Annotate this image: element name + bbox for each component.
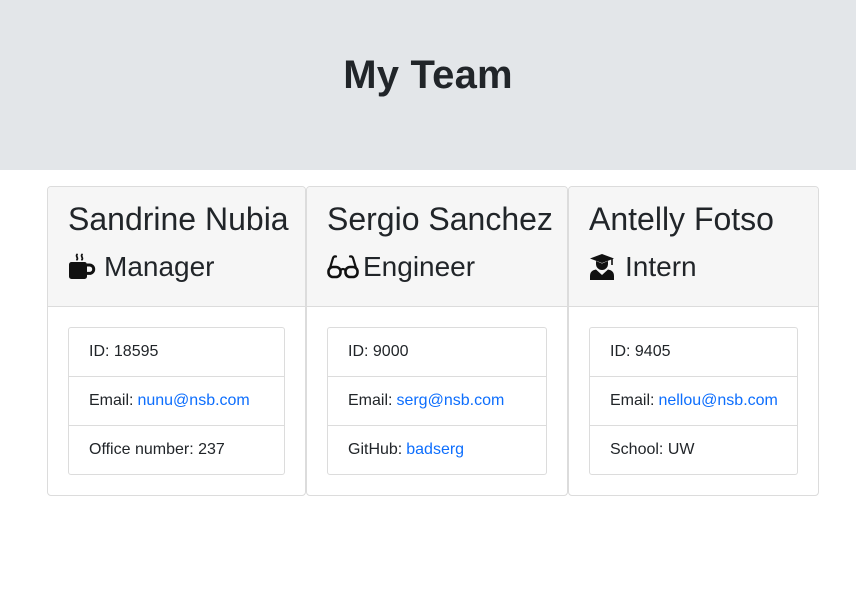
role-label: Intern (625, 251, 697, 282)
office-number-item: Office number: 237 (69, 426, 284, 474)
email-item: Email: serg@nsb.com (328, 377, 546, 426)
id-text: ID: 18595 (89, 343, 159, 360)
id-item: ID: 18595 (69, 328, 284, 377)
glasses-icon (327, 253, 359, 281)
email-item: Email: nellou@nsb.com (590, 377, 797, 426)
employee-role: Engineer (327, 249, 475, 285)
office-number-text: Office number: 237 (89, 441, 225, 458)
id-item: ID: 9405 (590, 328, 797, 377)
details-list: ID: 9405 Email: nellou@nsb.com School: U… (589, 327, 798, 475)
role-label: Manager (104, 251, 215, 282)
employee-card-intern: Antelly Fotso Intern ID: 9405 Email: nel… (568, 186, 819, 496)
email-link[interactable]: serg@nsb.com (396, 392, 504, 410)
github-item: GitHub: badserg (328, 426, 546, 474)
school-item: School: UW (590, 426, 797, 474)
details-list: ID: 9000 Email: serg@nsb.com GitHub: bad… (327, 327, 547, 475)
id-text: ID: 9405 (610, 343, 671, 360)
role-label: Engineer (363, 251, 476, 282)
id-text: ID: 9000 (348, 343, 409, 360)
card-header: Antelly Fotso Intern (569, 187, 818, 307)
email-link[interactable]: nunu@nsb.com (137, 392, 249, 410)
card-header: Sandrine Nubia Manager (48, 187, 305, 307)
email-link[interactable]: nellou@nsb.com (658, 392, 777, 410)
employee-card-engineer: Sergio Sanchez Engineer ID: 9000 Email: … (306, 186, 568, 496)
email-item: Email: nunu@nsb.com (69, 377, 284, 426)
mug-icon (68, 253, 96, 281)
github-label: GitHub: (348, 441, 403, 458)
employee-name: Antelly Fotso (589, 201, 774, 237)
email-label: Email: (89, 392, 134, 409)
graduate-icon (589, 253, 617, 281)
email-label: Email: (348, 392, 393, 409)
employee-name: Sandrine Nubia (68, 201, 289, 237)
page-header: My Team (0, 0, 856, 170)
school-text: School: UW (610, 441, 695, 458)
email-label: Email: (610, 392, 655, 409)
github-link[interactable]: badserg (406, 441, 464, 459)
employee-card-manager: Sandrine Nubia Manager ID: 18595 Email: … (47, 186, 306, 496)
details-list: ID: 18595 Email: nunu@nsb.com Office num… (68, 327, 285, 475)
card-header: Sergio Sanchez Engineer (307, 187, 567, 307)
employee-role: Manager (68, 249, 215, 285)
page-title: My Team (343, 52, 513, 97)
employee-name: Sergio Sanchez (327, 201, 553, 237)
id-item: ID: 9000 (328, 328, 546, 377)
employee-role: Intern (589, 249, 697, 285)
